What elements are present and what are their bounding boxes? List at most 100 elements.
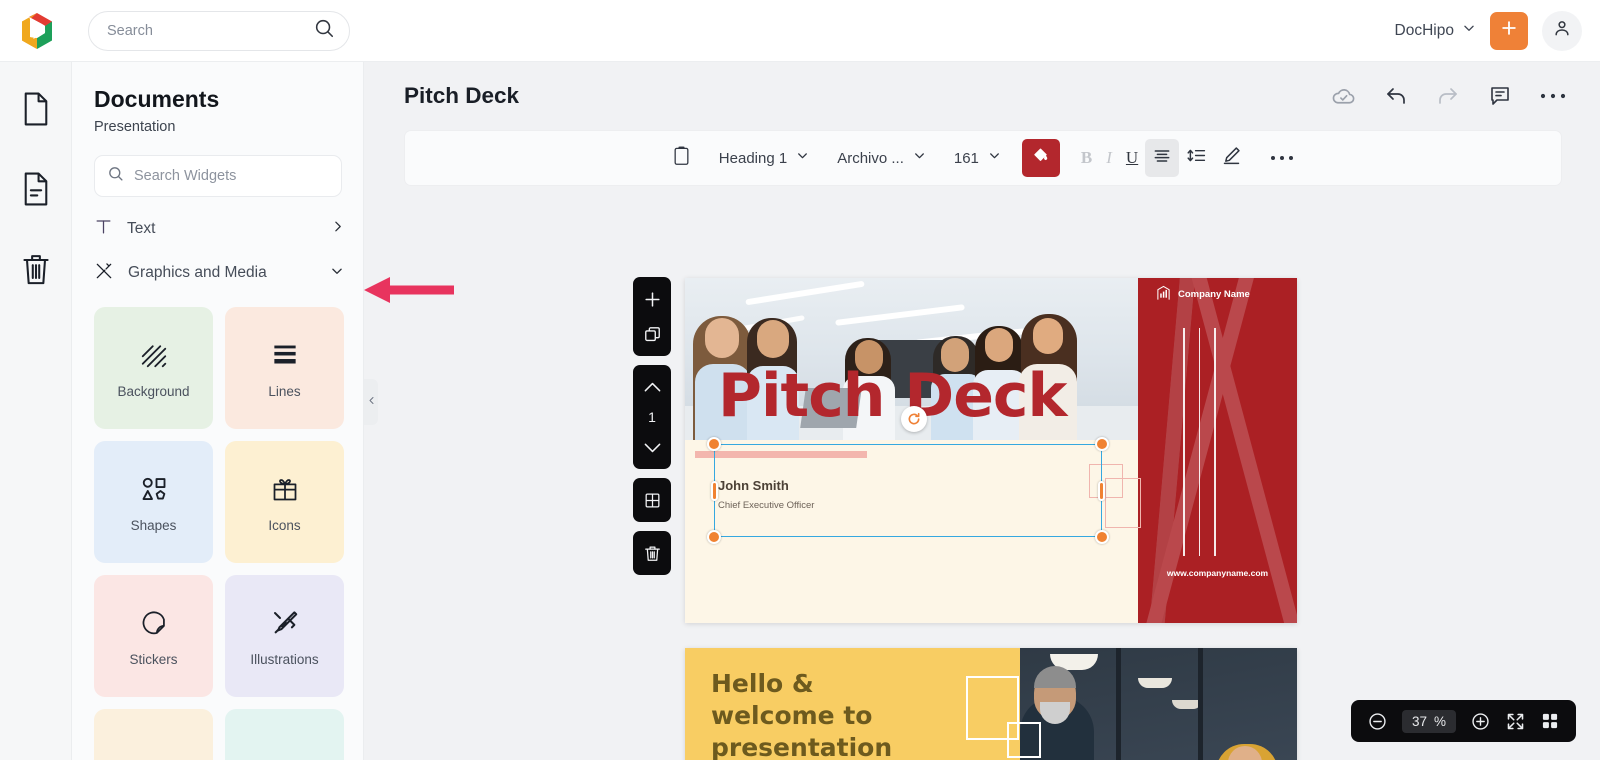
font-size-dropdown[interactable]: 161 <box>947 139 1008 177</box>
left-icon-rail <box>0 62 72 760</box>
editor-area: Pitch Deck Heading 1 Archivo ... 161 B I… <box>364 62 1600 760</box>
duplicate-slide-button[interactable] <box>639 321 665 347</box>
resize-handle-bottom-right[interactable] <box>1095 530 1109 544</box>
rail-item-blank-document[interactable] <box>10 84 62 134</box>
widget-card-shapes[interactable]: Shapes <box>94 441 213 563</box>
widget-card-icons[interactable]: Icons <box>225 441 344 563</box>
chevron-down-icon <box>913 149 926 167</box>
delete-slide-button[interactable] <box>639 540 665 566</box>
widget-card-label: Lines <box>268 383 301 399</box>
global-search-box[interactable] <box>88 10 350 51</box>
panel-subtitle: Presentation <box>94 119 176 135</box>
slide-2-heading[interactable]: Hello & welcome to presentation <box>711 668 892 760</box>
redo-arrow-icon[interactable] <box>1436 84 1460 108</box>
font-family-dropdown[interactable]: Archivo ... <box>830 139 933 177</box>
slide-2-photo[interactable] <box>1020 648 1297 760</box>
text-align-button[interactable] <box>1145 139 1180 177</box>
text-selection-box[interactable] <box>707 437 1109 544</box>
paint-bucket-icon <box>1031 146 1050 170</box>
search-icon <box>107 165 124 187</box>
pencil-ruler-icon <box>270 606 300 640</box>
resize-handle-middle-right[interactable] <box>1098 481 1105 501</box>
slide-1-company-url: www.companyname.com <box>1166 568 1269 578</box>
rotate-handle[interactable] <box>901 406 927 432</box>
zoom-controls: 37 % <box>1350 700 1576 742</box>
paragraph-style-value: Heading 1 <box>718 149 788 167</box>
widget-card-illustrations[interactable]: Illustrations <box>225 575 344 697</box>
account-avatar-button[interactable] <box>1542 10 1582 51</box>
line-spacing-button[interactable] <box>1179 139 1214 177</box>
widget-search-box[interactable] <box>94 155 342 197</box>
zoom-level-value: 37 <box>1411 713 1427 729</box>
gift-icon <box>271 472 299 506</box>
widget-search-input[interactable] <box>134 168 329 184</box>
chevron-down-icon <box>796 149 809 167</box>
chevron-down-icon <box>1462 21 1476 40</box>
rail-item-trash[interactable] <box>10 244 62 294</box>
topbar-right-actions: DocHipo <box>1395 10 1582 51</box>
resize-handle-bottom-left[interactable] <box>707 530 721 544</box>
documents-widget-panel: Documents Presentation Text Graphics <box>72 62 364 760</box>
widget-card-stickers[interactable]: Stickers <box>94 575 213 697</box>
highlight-button[interactable] <box>1214 139 1249 177</box>
slide-2[interactable]: Hello & welcome to presentation <box>685 648 1297 760</box>
category-graphics-label: Graphics and Media <box>128 264 267 281</box>
slide-1-company-badge: Company Name <box>1156 285 1250 304</box>
workspace-selector[interactable]: DocHipo <box>1395 21 1476 40</box>
chevron-left-icon <box>367 393 376 411</box>
add-slide-button[interactable] <box>639 286 665 312</box>
widget-card-extra-2[interactable] <box>225 709 344 760</box>
zoom-in-button[interactable] <box>1470 711 1491 732</box>
fit-to-screen-button[interactable] <box>1505 711 1526 732</box>
category-graphics-and-media[interactable]: Graphics and Media <box>94 251 344 295</box>
shapes-icon <box>139 472 169 506</box>
clipboard-icon <box>672 145 691 171</box>
slide-1[interactable]: Company Name www.companyname.com Pitch D… <box>685 278 1297 623</box>
slide-delete-group <box>633 531 671 575</box>
clipboard-button[interactable] <box>665 139 698 177</box>
zoom-out-button[interactable] <box>1367 711 1388 732</box>
slide-1-decorative-lines <box>1183 328 1216 556</box>
slide-1-red-sidebar: Company Name www.companyname.com <box>1138 278 1297 623</box>
document-header-actions <box>1331 84 1566 109</box>
undo-arrow-icon[interactable] <box>1384 84 1408 108</box>
widget-card-label: Background <box>117 383 190 399</box>
create-new-button[interactable] <box>1490 11 1528 50</box>
dochipo-hex-play-logo-icon[interactable] <box>16 10 58 52</box>
building-chart-icon <box>1156 285 1171 304</box>
slide-layout-button[interactable] <box>639 487 665 513</box>
zoom-level-display[interactable]: 37 % <box>1401 709 1456 733</box>
grid-view-button[interactable] <box>1540 711 1560 731</box>
slide-canvas[interactable]: 1 Company Name www.companyname.com Pitch… <box>364 202 1600 760</box>
text-color-fill-button[interactable] <box>1021 139 1060 177</box>
sticker-icon <box>140 606 168 640</box>
slide-1-title-text[interactable]: Pitch Deck <box>718 361 1067 431</box>
comment-icon[interactable] <box>1488 84 1512 108</box>
panel-collapse-handle[interactable] <box>364 379 378 425</box>
rail-item-my-documents[interactable] <box>10 164 62 214</box>
underline-button[interactable]: U <box>1119 139 1145 177</box>
top-navigation-bar: DocHipo <box>0 0 1600 62</box>
paragraph-style-dropdown[interactable]: Heading 1 <box>712 139 816 177</box>
slide-1-decor-square-2 <box>1105 478 1141 528</box>
widget-card-background[interactable]: Background <box>94 307 213 429</box>
more-options-icon[interactable] <box>1540 92 1566 100</box>
widget-card-extra-1[interactable] <box>94 709 213 760</box>
text-format-toolbar: Heading 1 Archivo ... 161 B I U <box>404 130 1562 186</box>
document-title[interactable]: Pitch Deck <box>404 83 519 109</box>
resize-handle-top-right[interactable] <box>1095 437 1109 451</box>
category-text[interactable]: Text <box>94 207 344 251</box>
resize-handle-top-left[interactable] <box>707 437 721 451</box>
resize-handle-middle-left[interactable] <box>711 481 718 501</box>
widget-card-label: Stickers <box>129 651 178 667</box>
cloud-check-icon[interactable] <box>1331 84 1356 109</box>
search-input[interactable] <box>107 22 313 39</box>
widget-card-lines[interactable]: Lines <box>225 307 344 429</box>
previous-slide-button[interactable] <box>639 374 665 400</box>
next-slide-button[interactable] <box>639 434 665 460</box>
format-more-button[interactable] <box>1263 139 1301 177</box>
italic-button[interactable]: I <box>1099 139 1119 177</box>
chevron-down-icon <box>330 264 344 283</box>
bold-button[interactable]: B <box>1074 139 1099 177</box>
underline-icon: U <box>1125 148 1139 167</box>
